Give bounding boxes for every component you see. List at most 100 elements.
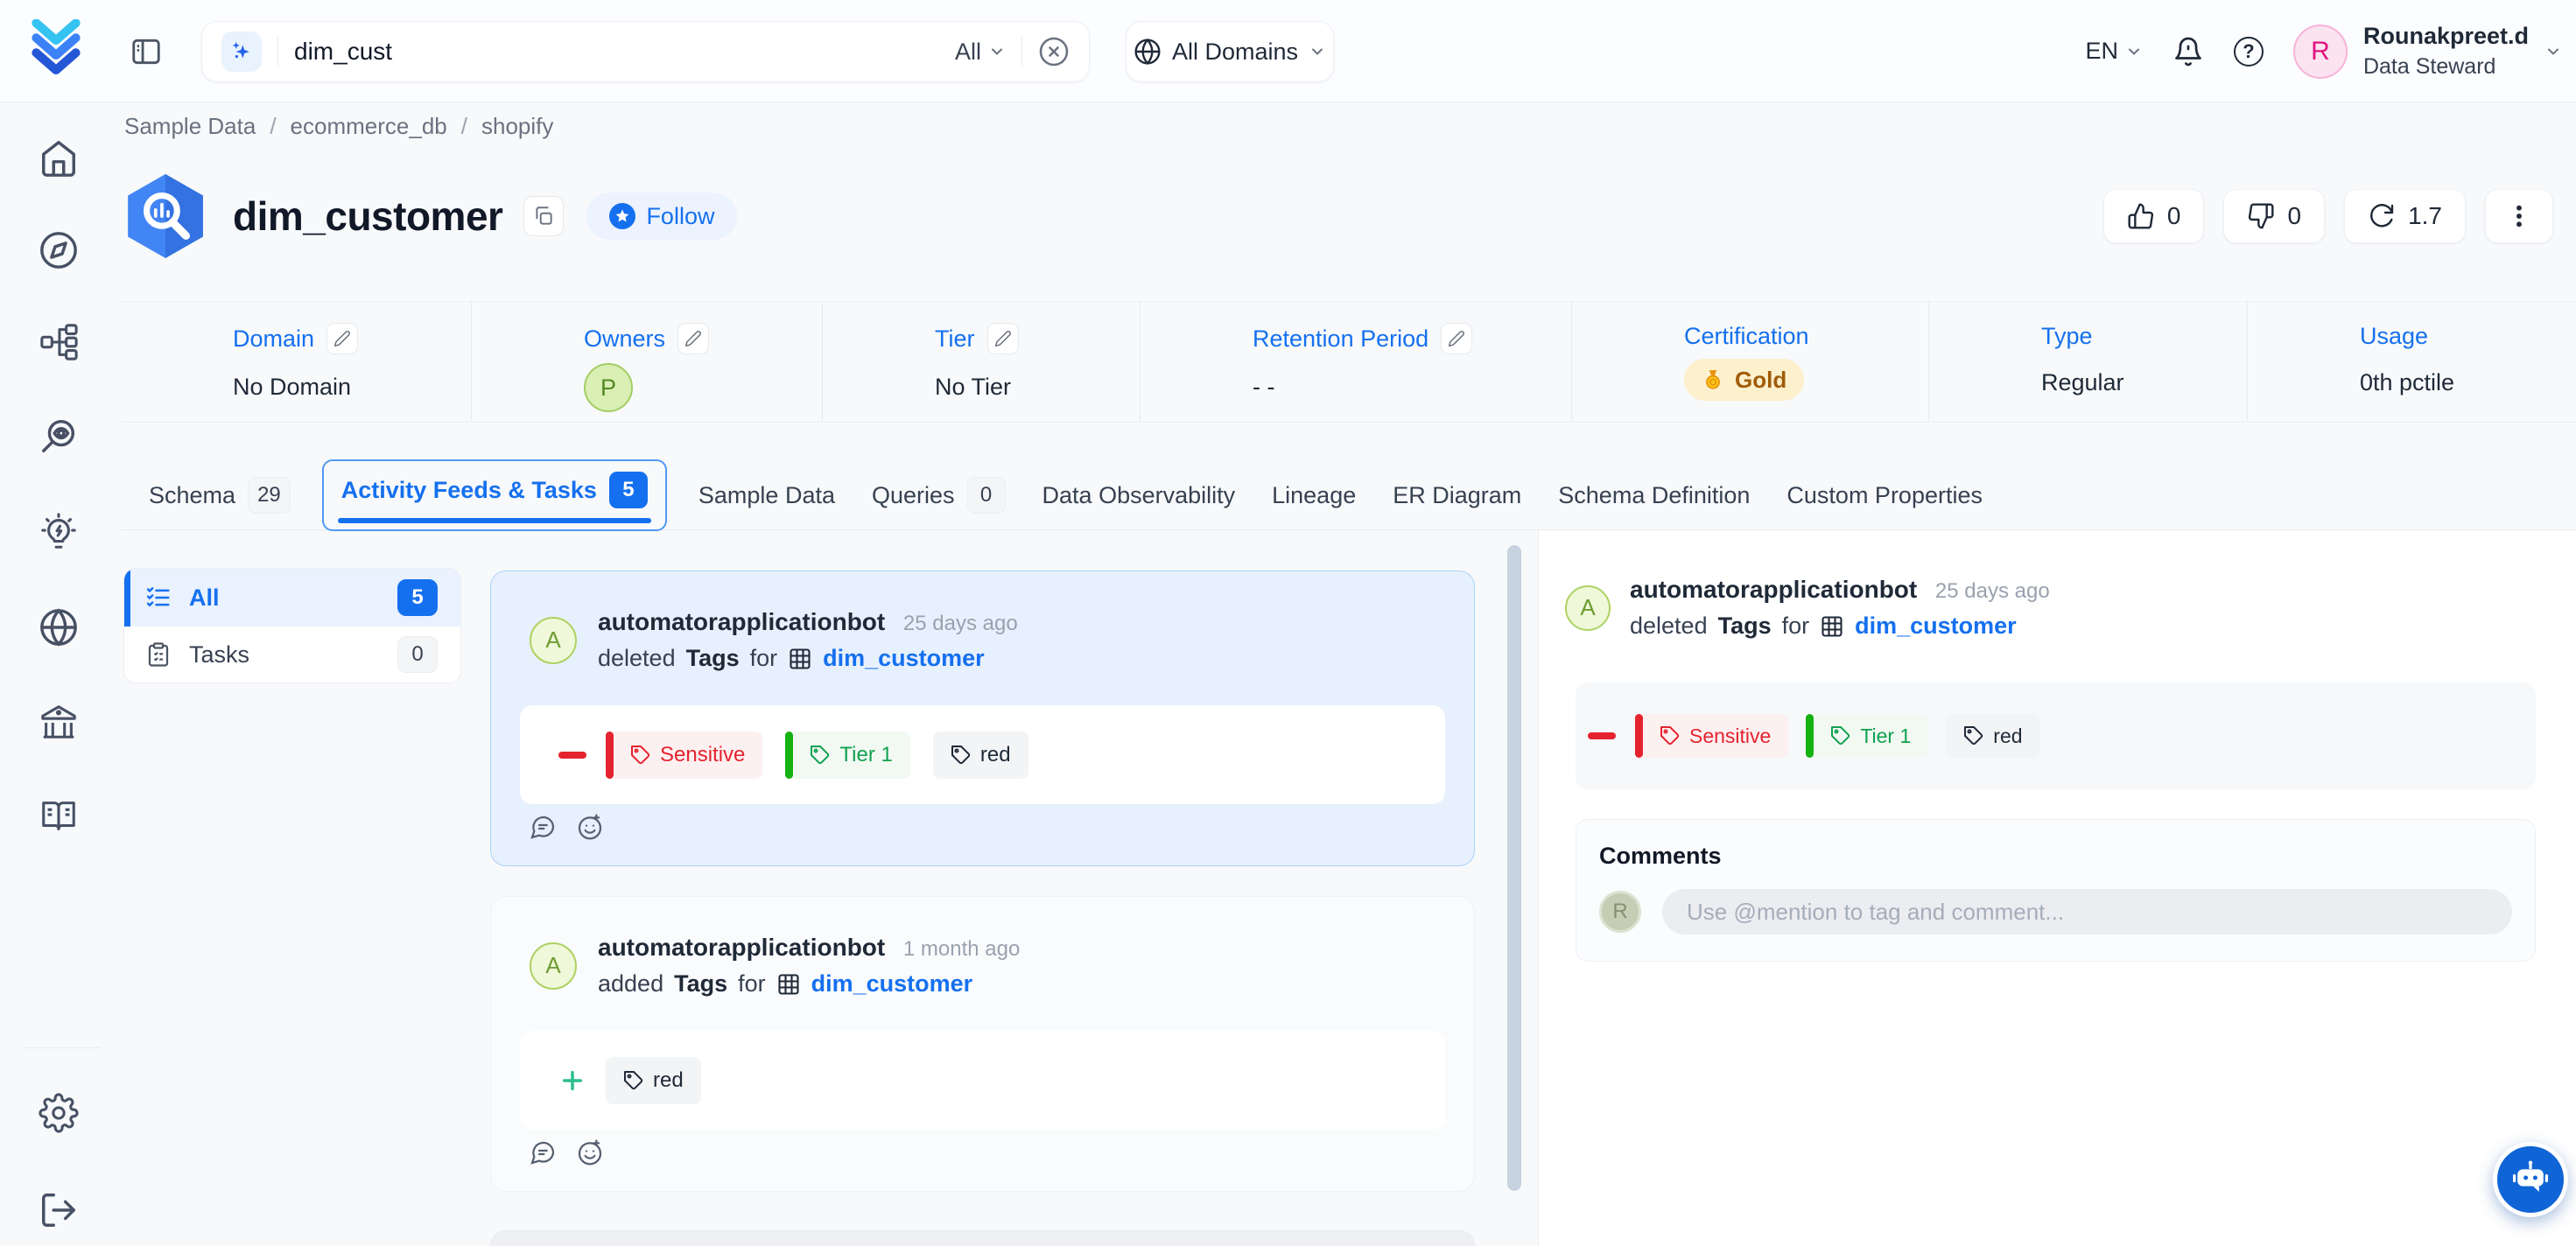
type-label: Type [2041, 323, 2093, 350]
feed-card-partial[interactable] [490, 1230, 1475, 1246]
metadata-certification: Certification Gold [1572, 302, 1929, 422]
notifications-bell-icon[interactable] [2172, 36, 2204, 67]
breadcrumb-separator: / [461, 113, 467, 140]
breadcrumb-shopify[interactable]: shopify [481, 113, 553, 140]
tag-label: red [980, 743, 1011, 767]
table-grid-icon [776, 972, 801, 997]
retention-value: - - [1253, 374, 1571, 401]
feed-verb: deleted [598, 645, 676, 672]
governance-bank-icon[interactable] [39, 702, 79, 742]
follow-button[interactable]: Follow [586, 192, 737, 240]
clear-search-icon[interactable] [1038, 36, 1070, 67]
user-name: Rounakpreet.d [2363, 23, 2529, 50]
observability-search-icon[interactable] [39, 416, 79, 456]
domains-globe-icon[interactable] [39, 607, 79, 648]
downvote-button[interactable]: 0 [2223, 189, 2325, 243]
feed-timestamp: 25 days ago [903, 612, 1018, 635]
tab-label: Data Observability [1042, 482, 1236, 509]
edit-domain-icon[interactable] [326, 323, 358, 354]
reply-comment-icon[interactable] [529, 813, 557, 841]
entity-link[interactable]: dim_customer [1855, 612, 2017, 640]
certification-value: Gold [1735, 367, 1786, 394]
language-label: EN [2085, 38, 2118, 65]
explore-compass-icon[interactable] [39, 230, 79, 270]
tab-label: Queries [872, 482, 955, 509]
tag-label: Tier 1 [1860, 724, 1911, 748]
home-icon[interactable] [39, 138, 79, 178]
checklist-icon [145, 584, 172, 611]
edit-owners-icon[interactable] [677, 323, 709, 354]
table-grid-icon [1820, 614, 1844, 639]
breadcrumb-sample-data[interactable]: Sample Data [124, 113, 256, 140]
edit-tier-icon[interactable] [987, 323, 1019, 354]
tab-custom-properties[interactable]: Custom Properties [1786, 482, 1983, 509]
tab-count: 29 [248, 477, 291, 514]
global-search-bar[interactable]: All [201, 21, 1090, 82]
type-value: Regular [2041, 369, 2247, 396]
tab-sample-data[interactable]: Sample Data [698, 482, 835, 509]
help-icon[interactable] [2234, 37, 2264, 66]
left-navigation-rail [0, 102, 123, 1246]
feed-filter-card: All 5 Tasks 0 [123, 568, 461, 683]
entity-link[interactable]: dim_customer [823, 645, 985, 672]
more-options-button[interactable] [2485, 189, 2553, 243]
tab-er-diagram[interactable]: ER Diagram [1393, 482, 1521, 509]
tag-icon [630, 745, 651, 766]
comment-input[interactable] [1662, 889, 2512, 934]
logout-icon[interactable] [39, 1190, 79, 1230]
tab-label: Lineage [1272, 482, 1356, 509]
insights-bulb-icon[interactable] [39, 512, 79, 552]
tab-count: 0 [967, 477, 1006, 514]
feed-detail-panel: A automatorapplicationbot 25 days ago de… [1538, 530, 2576, 1246]
detail-timestamp: 25 days ago [1935, 579, 2050, 603]
settings-gear-icon[interactable] [39, 1093, 79, 1133]
main-content: Sample Data / ecommerce_db / shopify dim… [121, 102, 2576, 1246]
feed-card-added-tags[interactable]: A automatorapplicationbot 1 month ago ad… [490, 896, 1475, 1192]
certification-badge: Gold [1684, 359, 1804, 401]
feed-preposition: for [750, 645, 778, 672]
robot-icon [2509, 1158, 2551, 1200]
tab-lineage[interactable]: Lineage [1272, 482, 1356, 509]
top-bar-right: EN R Rounakpreet.d Data Steward [2085, 0, 2562, 102]
tab-schema-definition[interactable]: Schema Definition [1558, 482, 1750, 509]
reply-comment-icon[interactable] [529, 1138, 557, 1166]
add-reaction-icon[interactable] [576, 813, 604, 841]
tab-schema[interactable]: Schema 29 [149, 477, 291, 514]
feed-card-deleted-tags[interactable]: A automatorapplicationbot 25 days ago de… [490, 570, 1475, 866]
app-logo-icon[interactable] [26, 19, 86, 82]
copy-name-button[interactable] [523, 196, 564, 236]
bot-avatar: A [530, 617, 577, 664]
edit-retention-icon[interactable] [1441, 323, 1472, 354]
usage-label: Usage [2360, 323, 2428, 350]
chatbot-button[interactable] [2493, 1142, 2568, 1217]
feed-scrollbar[interactable] [1507, 545, 1521, 1191]
version-button[interactable]: 1.7 [2344, 189, 2466, 243]
user-menu[interactable]: R Rounakpreet.d Data Steward [2293, 23, 2562, 80]
language-dropdown[interactable]: EN [2085, 38, 2143, 65]
tag-diff-added: red [520, 1031, 1445, 1130]
bot-avatar: A [1565, 585, 1611, 631]
entity-link[interactable]: dim_customer [811, 970, 973, 998]
metadata-domain: Domain No Domain [121, 302, 472, 422]
feed-filter-all[interactable]: All 5 [124, 569, 460, 626]
feed-object: Tags [686, 645, 740, 672]
detail-verb: deleted [1630, 612, 1708, 640]
search-scope-dropdown[interactable]: All [955, 38, 1006, 66]
sidebar-toggle-icon[interactable] [130, 35, 163, 68]
knowledge-book-icon[interactable] [39, 795, 79, 836]
add-reaction-icon[interactable] [576, 1138, 604, 1166]
breadcrumb-ecommerce-db[interactable]: ecommerce_db [291, 113, 447, 140]
all-domains-dropdown[interactable]: All Domains [1126, 21, 1334, 82]
lineage-flow-icon[interactable] [39, 322, 79, 362]
upvote-button[interactable]: 0 [2103, 189, 2205, 243]
retention-label: Retention Period [1253, 326, 1428, 353]
added-plus-icon [558, 1067, 586, 1095]
search-input[interactable] [294, 38, 939, 66]
tab-activity-feeds[interactable]: Activity Feeds & Tasks 5 [322, 459, 667, 531]
tab-queries[interactable]: Queries 0 [872, 477, 1006, 514]
tab-data-observability[interactable]: Data Observability [1042, 482, 1236, 509]
ai-sparkles-icon[interactable] [221, 32, 262, 72]
comments-title: Comments [1599, 843, 2512, 870]
tier-value: No Tier [935, 374, 1140, 401]
feed-filter-tasks[interactable]: Tasks 0 [124, 626, 460, 682]
